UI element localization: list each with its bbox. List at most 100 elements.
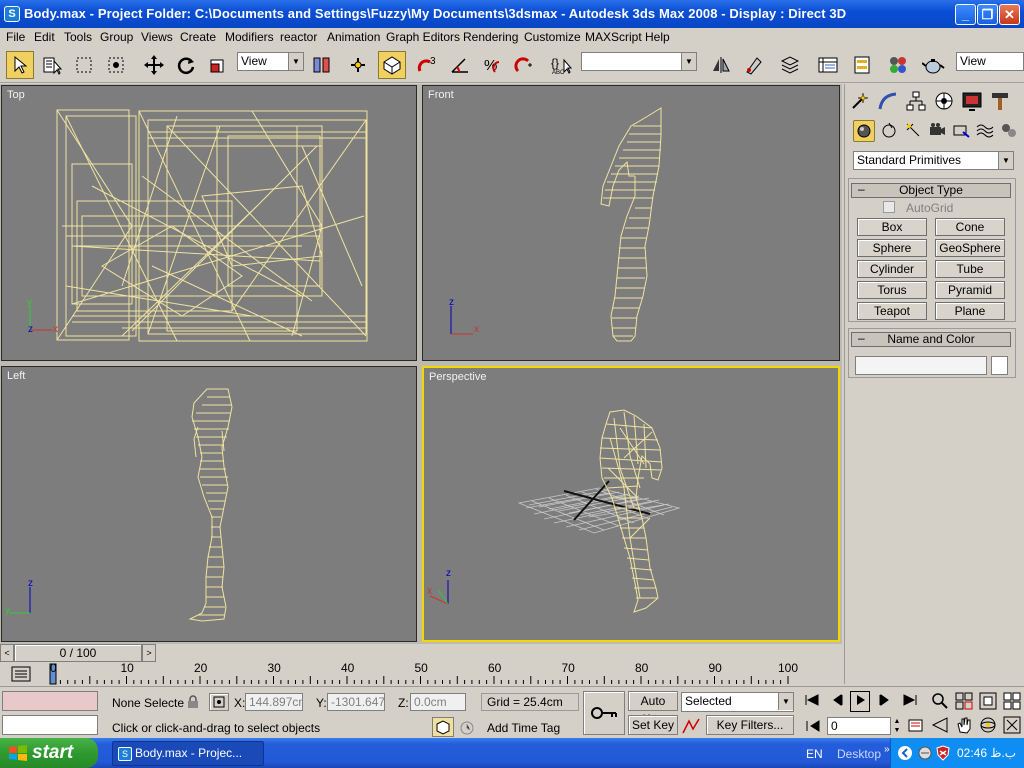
time-slider[interactable]: < 0 / 100 > [0,644,842,662]
keyboard-shortcut-override-button[interactable] [378,51,406,79]
lock-icon[interactable] [186,695,200,709]
motion-tab[interactable] [933,90,955,115]
edit-named-selection-button[interactable]: {} ABC [548,51,576,79]
space-warps-category-button[interactable] [975,120,995,143]
zoom-icon[interactable] [930,691,950,711]
angle-snap-button[interactable] [446,51,474,79]
helpers-category-button[interactable] [951,120,971,143]
schematic-view-button[interactable] [848,51,876,79]
clock[interactable]: 02:46 ب.ظ [957,746,1016,760]
autogrid-checkbox[interactable] [883,201,895,213]
torus-button[interactable]: Torus [857,281,927,299]
scale-button[interactable] [204,51,232,79]
time-configuration-icon[interactable] [906,717,926,735]
cylinder-button[interactable]: Cylinder [857,260,927,278]
maxscript-listener-mini[interactable] [2,691,98,711]
next-frame-icon[interactable]: > [142,644,156,662]
zoom-all-icon[interactable] [954,691,974,711]
sphere-button[interactable]: Sphere [857,239,927,257]
menu-reactor[interactable]: reactor [280,28,317,47]
pyramid-button[interactable]: Pyramid [935,281,1005,299]
display-tab[interactable] [961,90,983,115]
menu-views[interactable]: Views [141,28,173,47]
next-frame-icon[interactable] [874,691,894,712]
modify-tab[interactable] [877,90,899,115]
move-button[interactable] [140,51,168,79]
desktop-toolbar-label[interactable]: Desktop [837,747,881,761]
close-button[interactable]: ✕ [999,4,1020,25]
select-by-name-button[interactable] [38,51,66,79]
language-indicator[interactable]: EN [806,747,823,761]
maximize-viewport-icon[interactable] [1002,715,1022,735]
x-coordinate-field[interactable]: 144.897cm [245,693,303,711]
prev-frame-icon[interactable]: < [0,644,14,662]
maximize-button[interactable]: ❐ [977,4,998,25]
3dsmax-icon[interactable]: S [4,6,20,22]
percent-snap-button[interactable]: % [478,51,506,79]
go-to-start-icon[interactable] [802,691,822,712]
zoom-extents-icon[interactable] [978,691,998,711]
go-to-end-icon[interactable] [900,691,920,712]
toolbar-expand-icon[interactable]: » [884,744,890,755]
pivot-center-button[interactable] [308,51,336,79]
start-button[interactable]: start [0,738,98,768]
menu-tools[interactable]: Tools [64,28,92,47]
render-scene-button[interactable] [920,51,948,79]
key-mode-dropdown[interactable]: Selected ▼ [681,692,794,712]
absolute-mode-toggle[interactable] [209,693,229,711]
object-name-input[interactable] [855,356,987,375]
render-type-dropdown[interactable]: View [956,52,1024,71]
menu-rendering[interactable]: Rendering [463,28,518,47]
time-slider-thumb[interactable]: 0 / 100 [14,644,142,662]
maxscript-output-mini[interactable] [2,715,98,735]
set-key-button[interactable]: Set Key [628,715,678,735]
selection-lock-toggle[interactable] [432,717,454,737]
default-in-out-tangents-icon[interactable] [681,717,701,735]
window-crossing-button[interactable] [102,51,130,79]
rectangular-selection-button[interactable] [70,51,98,79]
play-icon[interactable] [850,691,870,712]
spinner-snap-button[interactable] [510,51,538,79]
material-editor-button[interactable] [884,51,912,79]
security-shield-icon[interactable] [935,745,951,761]
menu-help[interactable]: Help [645,28,670,47]
cameras-category-button[interactable] [927,120,947,143]
layer-manager-button[interactable] [776,51,804,79]
geosphere-button[interactable]: GeoSphere [935,239,1005,257]
plane-button[interactable]: Plane [935,302,1005,320]
current-frame-field[interactable]: 0 [827,717,891,735]
set-key-big-button[interactable] [583,691,625,735]
box-button[interactable]: Box [857,218,927,236]
y-coordinate-field[interactable]: -1301.647c [327,693,385,711]
geometry-category-button[interactable] [853,120,875,142]
menu-group[interactable]: Group [100,28,133,47]
hierarchy-tab[interactable] [905,90,927,115]
taskbar-item-3dsmax[interactable]: S Body.max - Projec... [112,741,264,766]
track-bar[interactable]: 0 10 20 30 40 50 60 70 80 90 100 [0,661,842,686]
shapes-category-button[interactable] [879,120,899,143]
object-type-rollout-header[interactable]: – Object Type [851,183,1011,198]
viewport-left[interactable]: Left z y [1,366,417,642]
reference-coordinate-dropdown[interactable]: View ▼ [237,52,304,71]
auto-key-button[interactable]: Auto Key [628,691,678,726]
tube-button[interactable]: Tube [935,260,1005,278]
key-mode-toggle-icon[interactable] [803,717,823,735]
network-icon[interactable] [917,745,933,761]
select-and-manipulate-button[interactable] [344,51,372,79]
pan-hand-icon[interactable] [954,715,974,735]
named-selection-sets-dropdown[interactable]: ▼ [581,52,697,71]
menu-animation[interactable]: Animation [327,28,380,47]
field-of-view-icon[interactable] [930,715,950,735]
menu-create[interactable]: Create [180,28,216,47]
create-tab[interactable] [849,90,871,115]
viewport-front[interactable]: Front z x [422,85,840,361]
menu-graph-editors[interactable]: Graph Editors [386,28,460,47]
object-color-swatch[interactable] [991,356,1008,375]
time-tag-icon[interactable] [458,719,476,737]
zoom-extents-all-icon[interactable] [1002,691,1022,711]
previous-frame-icon[interactable] [828,691,848,712]
menu-modifiers[interactable]: Modifiers [225,28,274,47]
z-coordinate-field[interactable]: 0.0cm [410,693,466,711]
frame-spinner[interactable]: ▲ ▼ [892,717,902,735]
name-color-rollout-header[interactable]: – Name and Color [851,332,1011,347]
